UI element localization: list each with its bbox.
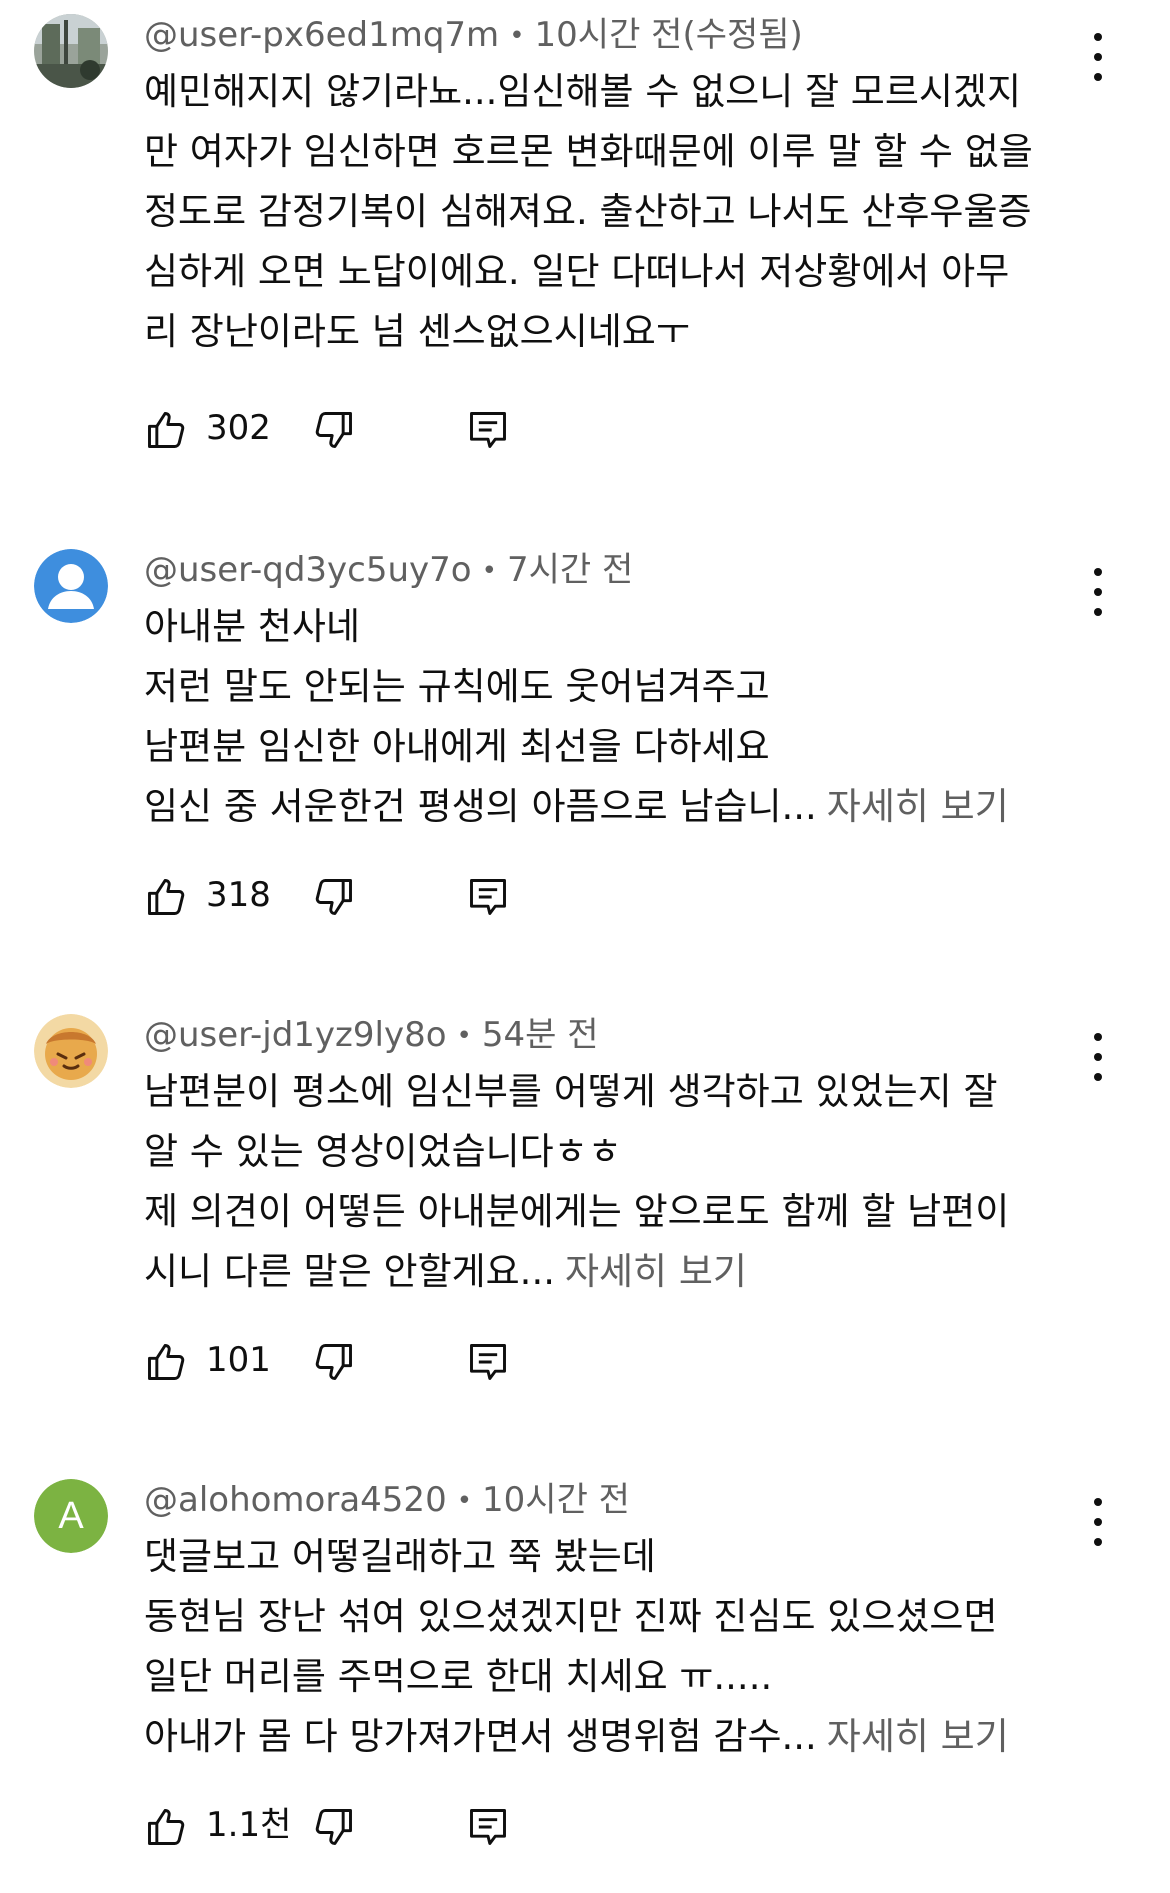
reply-comment-icon[interactable] [466,408,510,452]
comment-header: @user-qd3yc5uy7o • 7시간 전 [144,545,633,595]
timestamp[interactable]: 54분 전 [482,1015,599,1055]
separator-dot: • [509,21,525,51]
thumbs-down-icon[interactable] [312,408,356,452]
like-count: 318 [206,875,271,915]
thumbs-down-icon[interactable] [312,1805,356,1849]
read-more-link[interactable]: 자세히 보기 [827,785,1009,828]
comment-header: @alohomora4520 • 10시간 전 [144,1475,630,1525]
photo-avatar-icon[interactable] [34,14,108,88]
author-handle[interactable]: @alohomora4520 [144,1480,447,1520]
author-handle[interactable]: @user-qd3yc5uy7o [144,550,472,590]
thumbs-down-icon[interactable] [312,1340,356,1384]
comment-1: @user-px6ed1mq7m • 10시간 전(수정됨) 예민해지지 않기라뇨.… [0,0,1170,465]
separator-dot: • [456,1486,473,1516]
comment-line: 남편분 임신한 아내에게 최선을 다하세요 [144,725,770,768]
separator-dot: • [481,556,497,586]
comment-2: @user-qd3yc5uy7o • 7시간 전 아내분 천사네저런 말도 안되는 … [0,535,1170,955]
thumbs-down-icon[interactable] [312,875,356,919]
thumbs-up-icon[interactable] [144,1805,188,1849]
cartoon-avatar-icon[interactable] [34,1014,108,1088]
comment-line: 댓글보고 어떻길래하고 쭉 봤는데 [144,1535,656,1578]
thumbs-up-icon[interactable] [144,1340,188,1384]
comment-line: 알 수 있는 영상이었습니다ㅎㅎ [144,1130,622,1173]
reply-comment-icon[interactable] [466,1805,510,1849]
comment-text: 댓글보고 어떻길래하고 쭉 봤는데동현님 장난 섞여 있으셨겠지만 진짜 진심도… [144,1527,1104,1767]
comment-line: 남편분이 평소에 임신부를 어떻게 생각하고 있었는지 잘 [144,1070,998,1113]
read-more-link[interactable]: 자세히 보기 [565,1250,747,1293]
timestamp[interactable]: 7시간 전 [507,550,633,590]
separator-dot: • [456,1021,472,1051]
comment-line: 만 여자가 임신하면 호르몬 변화때문에 이루 말 할 수 없을 [144,130,1033,173]
reply-comment-icon[interactable] [466,875,510,919]
like-count: 101 [206,1340,271,1380]
comment-header: @user-px6ed1mq7m • 10시간 전(수정됨) [144,10,803,60]
comment-line-text: 아내가 몸 다 망가져가면서 생명위험 감수... [144,1715,817,1758]
comment-line: 임신 중 서운한건 평생의 아픔으로 남습니... 자세히 보기 [144,777,1104,837]
comment-line: 시니 다른 말은 안할게요... 자세히 보기 [144,1242,1104,1302]
comment-line: 동현님 장난 섞여 있으셨겠지만 진짜 진심도 있으셨으면 [144,1595,998,1638]
thumbs-up-icon[interactable] [144,408,188,452]
comment-line: 제 의견이 어떻든 아내분에게는 앞으로도 함께 할 남편이 [144,1190,1010,1233]
avatar-letter: A [34,1479,108,1553]
comment-text: 남편분이 평소에 임신부를 어떻게 생각하고 있었는지 잘알 수 있는 영상이었… [144,1062,1104,1302]
comment-line: 심하게 오면 노답이에요. 일단 다떠나서 저상황에서 아무 [144,250,1010,293]
letter-avatar[interactable]: A [34,1479,108,1553]
comment-line: 리 장난이라도 넘 센스없으시네요ㅜ [144,310,690,353]
comment-line: 아내분 천사네 [144,605,361,648]
read-more-link[interactable]: 자세히 보기 [827,1715,1009,1758]
comment-3: @user-jd1yz9ly8o • 54분 전 남편분이 평소에 임신부를 어떻게… [0,1000,1170,1420]
comment-line: 아내가 몸 다 망가져가면서 생명위험 감수... 자세히 보기 [144,1707,1104,1767]
thumbs-up-icon[interactable] [144,875,188,919]
comment-line: 일단 머리를 주먹으로 한대 치세요 ㅠ..... [144,1655,773,1698]
comment-line-text: 임신 중 서운한건 평생의 아픔으로 남습니... [144,785,817,828]
comment-header: @user-jd1yz9ly8o • 54분 전 [144,1010,599,1060]
author-handle[interactable]: @user-jd1yz9ly8o [144,1015,447,1055]
comment-text: 예민해지지 않기라뇨...임신해볼 수 없으니 잘 모르시겠지만 여자가 임신하… [144,62,1104,362]
comment-text: 아내분 천사네저런 말도 안되는 규칙에도 웃어넘겨주고남편분 임신한 아내에게… [144,597,1104,837]
comment-line: 저런 말도 안되는 규칙에도 웃어넘겨주고 [144,665,770,708]
comment-line-text: 시니 다른 말은 안할게요... [144,1250,555,1293]
comment-line: 예민해지지 않기라뇨...임신해볼 수 없으니 잘 모르시겠지 [144,70,1022,113]
like-count: 1.1천 [206,1805,292,1845]
like-count: 302 [206,408,271,448]
author-handle[interactable]: @user-px6ed1mq7m [144,15,499,55]
timestamp[interactable]: 10시간 전 [482,1480,630,1520]
comment-4: A @alohomora4520 • 10시간 전 댓글보고 어떻길래하고 쭉 봤는… [0,1465,1170,1885]
comment-line: 정도로 감정기복이 심해져요. 출산하고 나서도 산후우울증 [144,190,1032,233]
timestamp[interactable]: 10시간 전(수정됨) [535,15,803,55]
default-user-avatar-icon[interactable] [34,549,108,623]
reply-comment-icon[interactable] [466,1340,510,1384]
